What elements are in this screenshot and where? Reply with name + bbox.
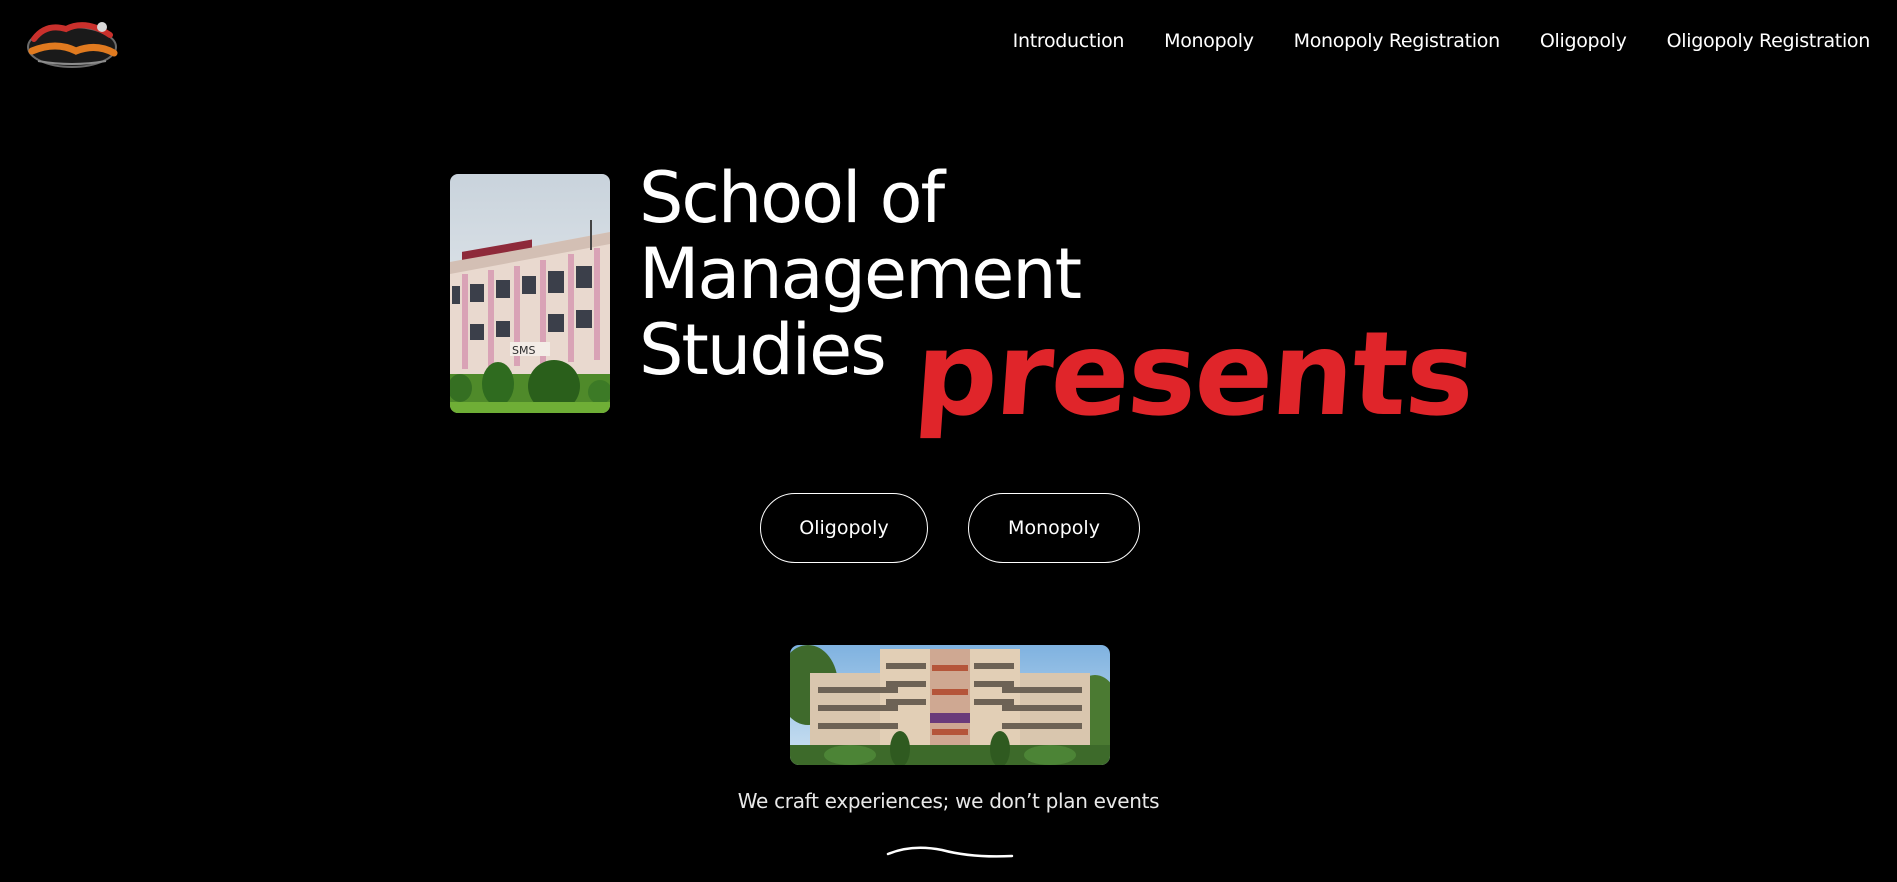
nav-monopoly-registration[interactable]: Monopoly Registration xyxy=(1294,30,1501,52)
svg-text:SMS: SMS xyxy=(512,344,535,357)
nav-oligopoly[interactable]: Oligopoly xyxy=(1540,30,1627,52)
decorative-squiggle xyxy=(886,846,1014,858)
hero-building-image: SMS xyxy=(450,174,610,413)
tagline: We craft experiences; we don’t plan even… xyxy=(737,789,1160,813)
campus-building-image xyxy=(790,645,1110,765)
main-nav: Introduction Monopoly Monopoly Registrat… xyxy=(1013,30,1871,52)
presents-text: presents xyxy=(910,307,1478,442)
hero-title-line-1: School of xyxy=(639,157,945,239)
nav-oligopoly-registration[interactable]: Oligopoly Registration xyxy=(1667,30,1871,52)
site-logo[interactable] xyxy=(26,17,118,72)
nav-introduction[interactable]: Introduction xyxy=(1013,30,1125,52)
page: Introduction Monopoly Monopoly Registrat… xyxy=(0,0,1897,882)
monopoly-button[interactable]: Monopoly xyxy=(968,493,1140,563)
nav-monopoly[interactable]: Monopoly xyxy=(1164,30,1254,52)
oligopoly-button[interactable]: Oligopoly xyxy=(760,493,928,563)
